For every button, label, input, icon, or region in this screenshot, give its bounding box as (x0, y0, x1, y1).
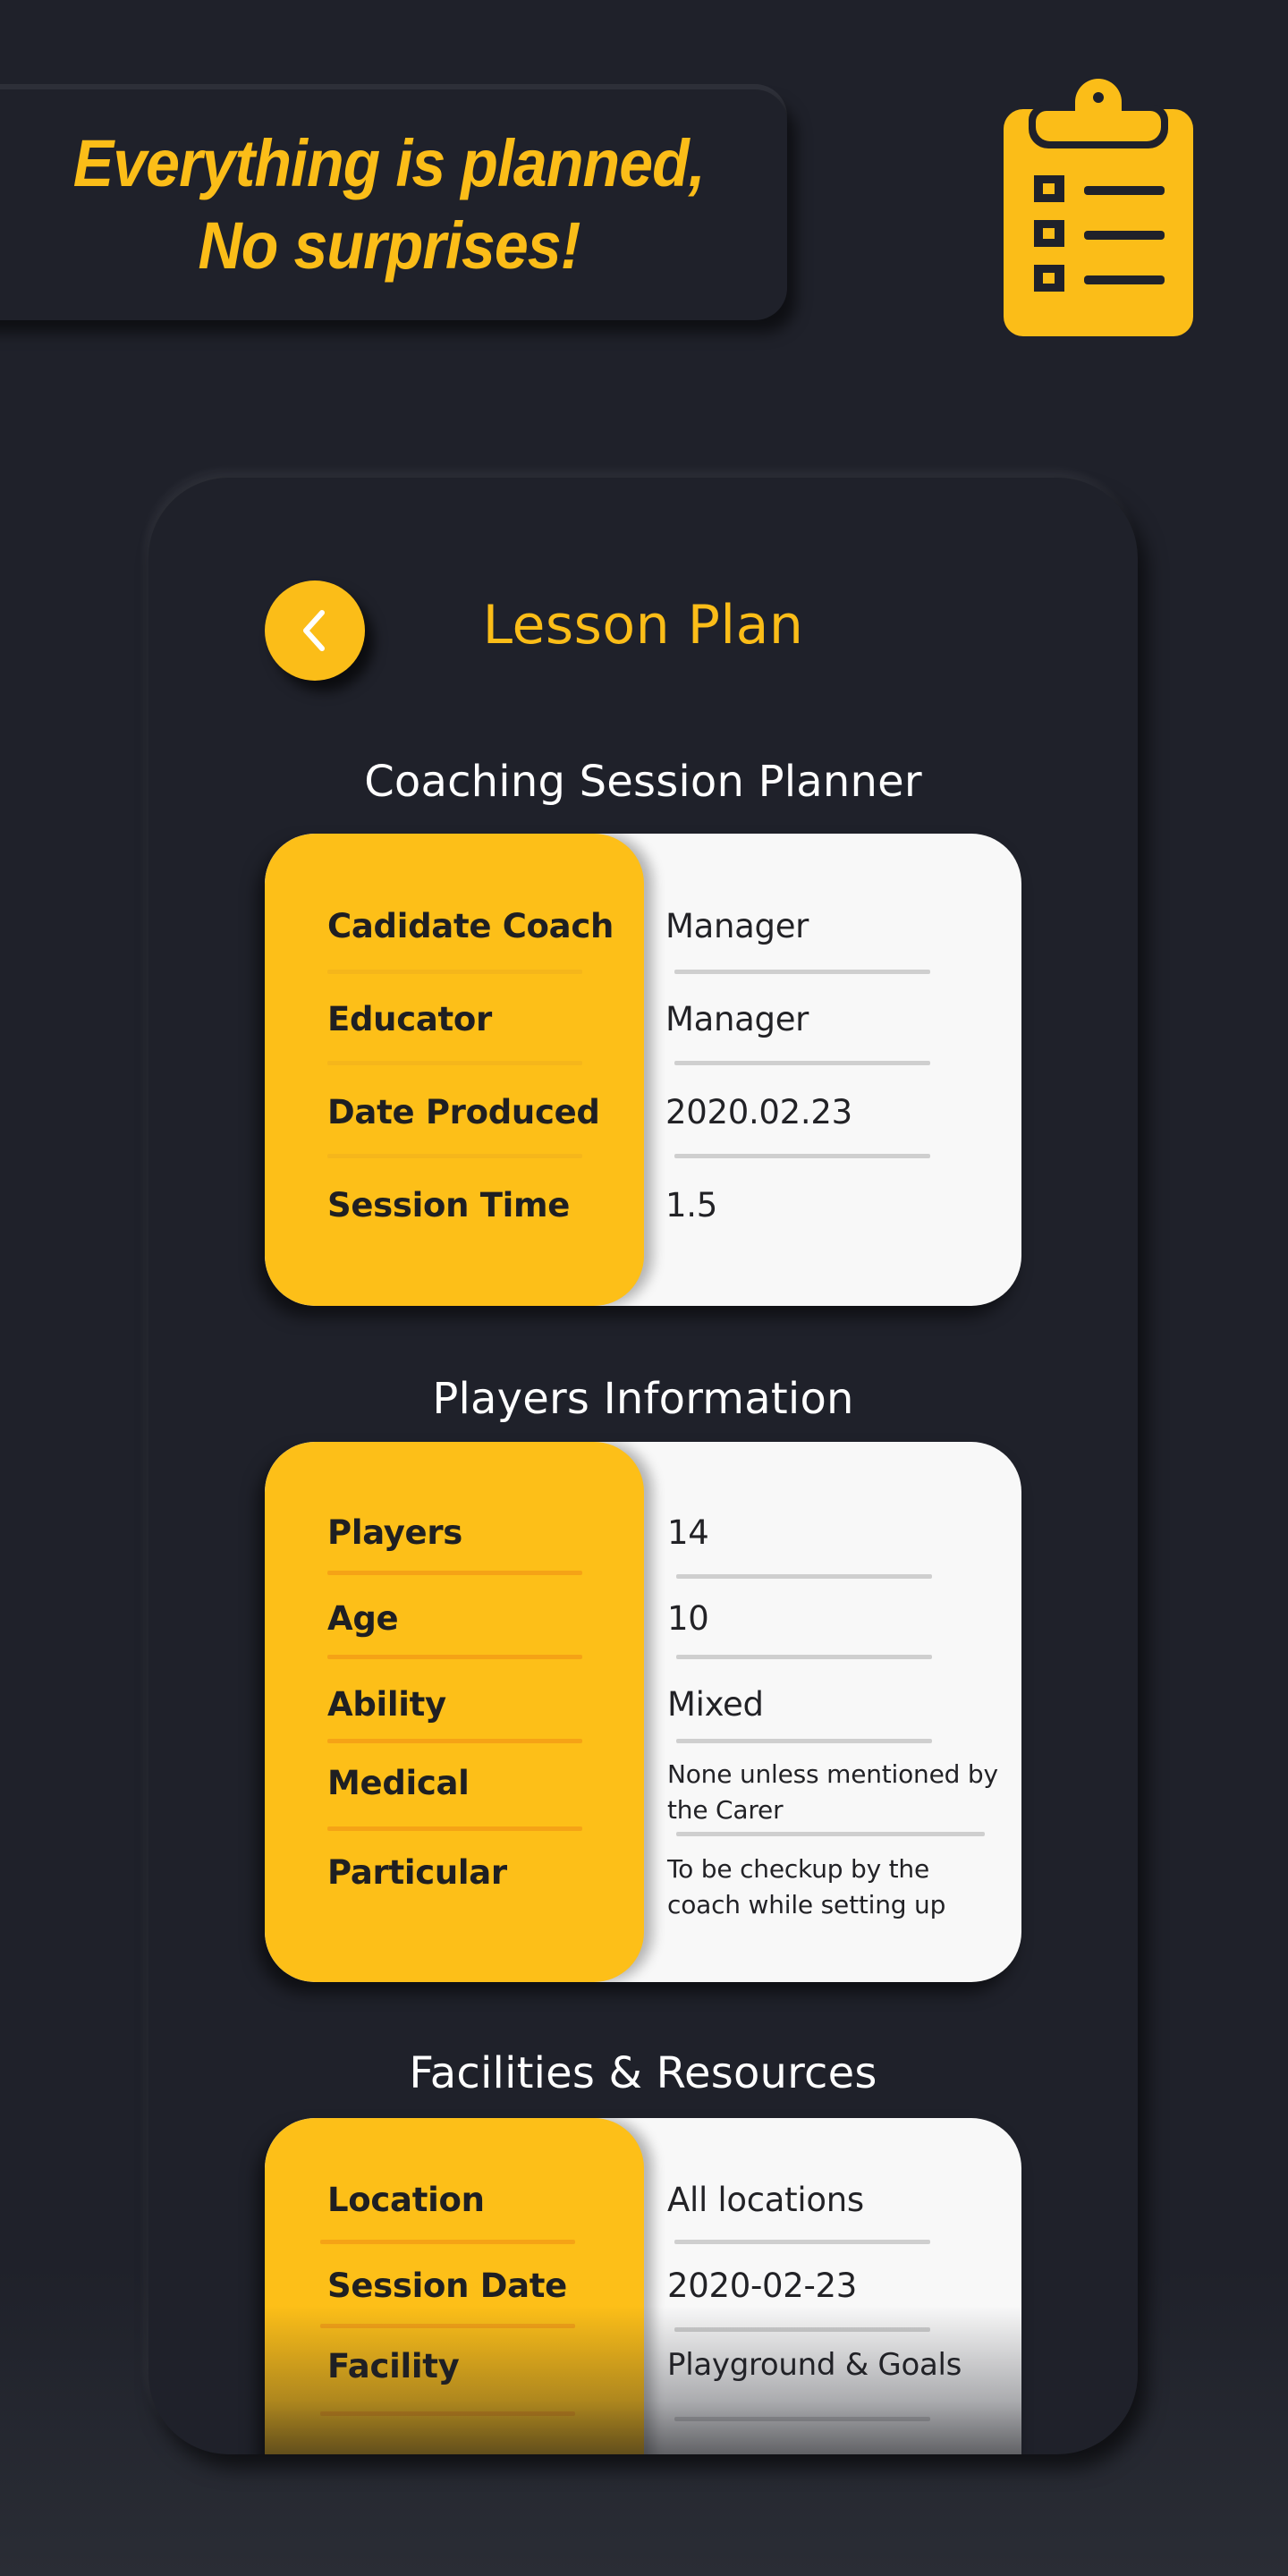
row-value: 10 (667, 1599, 709, 1638)
divider (327, 1655, 582, 1659)
row-value: All locations (667, 2181, 864, 2219)
row-label: Players (327, 1513, 463, 1552)
divider (676, 1574, 932, 1579)
row-label: Cadidate Coach (327, 907, 614, 945)
row-value: To be checkup by the coach while setting… (667, 1854, 946, 1919)
divider (674, 2327, 930, 2332)
divider (674, 1154, 930, 1158)
divider (327, 1061, 582, 1065)
banner-headline-line-2: No surprises! (198, 208, 581, 283)
phone-screen: Lesson Plan Coaching Session Planner Cad… (148, 478, 1138, 2454)
divider (676, 1739, 932, 1743)
divider (676, 1655, 932, 1659)
facilities-resources-card: Location All locations Session Date 2020… (265, 2118, 1021, 2454)
banner-headline-line-1: Everything is planned, (72, 126, 706, 200)
row-value: Playground & Goals (667, 2347, 962, 2383)
divider (674, 2417, 930, 2421)
divider (320, 2240, 575, 2244)
row-label: Session Date (327, 2267, 567, 2305)
row-label: Session Time (327, 1186, 571, 1224)
row-label: Ability (327, 1685, 446, 1724)
row-value: 1.5 (665, 1186, 717, 1224)
row-label: Educator (327, 1000, 492, 1038)
row-label: Medical (327, 1764, 470, 1802)
players-information-card: Players 14 Age 10 Ability Mixed Medical … (265, 1442, 1021, 1982)
divider (674, 1061, 930, 1065)
divider (320, 2411, 575, 2416)
row-value: 2020-02-23 (667, 2267, 858, 2305)
row-label: Location (327, 2181, 485, 2219)
row-value: Manager (665, 1000, 809, 1038)
section-heading-facilities-resources: Facilities & Resources (409, 2048, 877, 2098)
coaching-session-card: Cadidate Coach Manager Educator Manager … (265, 834, 1021, 1306)
divider (674, 970, 930, 974)
section-heading-coaching-session: Coaching Session Planner (364, 757, 922, 807)
divider (327, 1571, 582, 1575)
row-value: 2020.02.23 (665, 1093, 852, 1131)
row-label: Facility (327, 2347, 460, 2385)
divider (327, 1739, 582, 1743)
row-label: Age (327, 1599, 399, 1638)
row-value: 14 (667, 1513, 709, 1552)
divider (674, 2240, 930, 2244)
section-heading-players-information: Players Information (432, 1374, 854, 1424)
divider (327, 1826, 582, 1831)
divider (327, 970, 582, 974)
row-label: Date Produced (327, 1093, 600, 1131)
row-value: None unless mentioned by the Carer (667, 1759, 998, 1825)
divider (327, 1154, 582, 1158)
page-title: Lesson Plan (482, 594, 804, 657)
row-label: Particular (327, 1853, 507, 1892)
divider (676, 1832, 985, 1836)
divider (320, 2324, 575, 2328)
promo-banner: Everything is planned, No surprises! (0, 89, 787, 320)
row-value: Mixed (667, 1685, 764, 1724)
clipboard-checklist-icon (1004, 79, 1193, 336)
card-label-column (265, 834, 644, 1306)
row-value: Manager (665, 907, 809, 945)
